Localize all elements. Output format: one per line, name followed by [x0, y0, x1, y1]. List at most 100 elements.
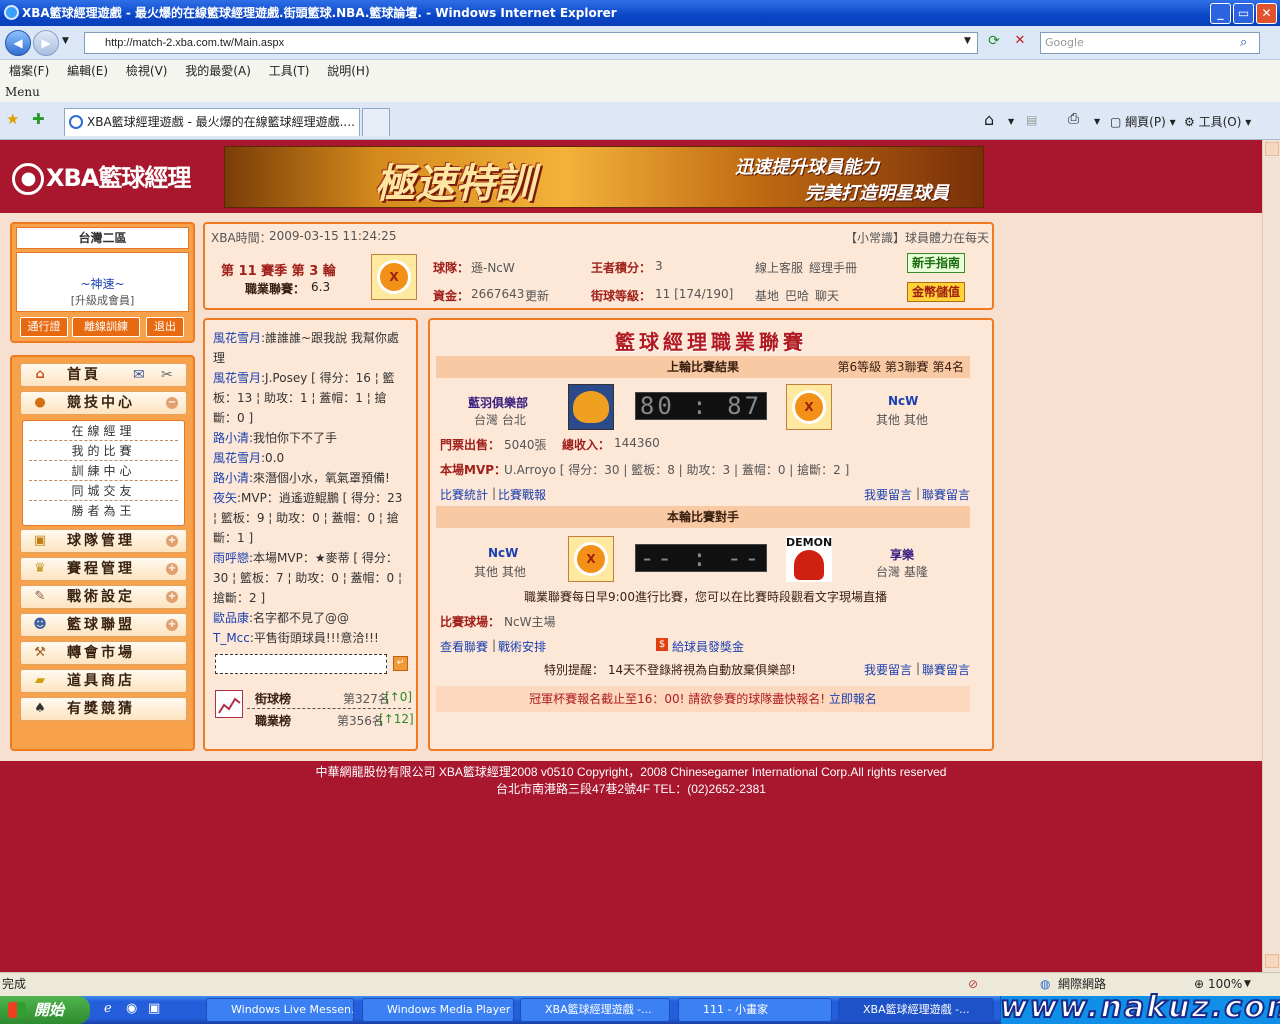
site-logo[interactable]: ● XBA籃球經理: [12, 158, 191, 195]
chat-author[interactable]: T_Mcc: [213, 631, 250, 645]
feeds-icon[interactable]: ▤: [1026, 113, 1037, 127]
home-dropdown-icon[interactable]: ▼: [1008, 117, 1014, 126]
refresh-icon[interactable]: ⟳: [984, 33, 1004, 53]
stop-icon[interactable]: ✕: [1010, 33, 1030, 53]
print-dropdown-icon[interactable]: ▼: [1094, 117, 1100, 126]
nav-tactics[interactable]: ✎ 戰術設定 +: [20, 585, 187, 609]
league-message-link[interactable]: 聯賽留言: [922, 486, 970, 503]
promo-banner[interactable]: 極速特訓 迅速提升球員能力 完美打造明星球員: [224, 146, 984, 208]
menu-help[interactable]: 說明(H): [327, 64, 369, 78]
scroll-up-icon[interactable]: [1265, 142, 1279, 156]
nav-schedule[interactable]: ♛ 賽程管理 +: [20, 557, 187, 581]
search-icon[interactable]: ⌕: [1240, 35, 1247, 50]
next-away-team[interactable]: 享樂: [890, 546, 914, 563]
subnav-my-matches[interactable]: 我的比賽: [29, 441, 178, 461]
next-away-logo[interactable]: DEMON: [786, 536, 832, 582]
url-dropdown-icon[interactable]: ▼: [964, 36, 971, 46]
away-team-name[interactable]: NcW: [888, 394, 918, 408]
nav-league[interactable]: ☻ 籃球聯盟 +: [20, 613, 187, 637]
collapse-icon[interactable]: −: [166, 397, 178, 409]
home-icon[interactable]: ⌂: [984, 110, 994, 129]
chat-log[interactable]: 風花雪月:誰誰誰~跟我說 我幫你處理 風花雪月:J.Posey [ 得分：16 …: [213, 328, 408, 650]
search-input[interactable]: Google: [1040, 32, 1260, 54]
start-button[interactable]: 開始: [0, 996, 90, 1024]
support-link[interactable]: 線上客服: [755, 259, 803, 276]
chat-link[interactable]: 聊天: [815, 287, 839, 304]
tactic-link[interactable]: 戰術安排: [498, 638, 546, 655]
expand-icon[interactable]: +: [166, 591, 178, 603]
subnav-local-friends[interactable]: 同城交友: [29, 481, 178, 501]
league-message-link[interactable]: 聯賽留言: [922, 661, 970, 678]
page-menu-button[interactable]: ▢ 網頁(P) ▾: [1110, 113, 1176, 130]
away-team-logo[interactable]: X: [786, 384, 832, 430]
nav-compete[interactable]: ● 競技中心 −: [20, 391, 187, 415]
tab-active[interactable]: XBA籃球經理遊戲 - 最火爆的在線籃球經理遊戲....: [64, 108, 360, 136]
task-media-player[interactable]: Windows Media Player: [362, 998, 514, 1022]
menu-view[interactable]: 檢視(V): [126, 64, 168, 78]
menu-file[interactable]: 檔案(F): [9, 64, 49, 78]
back-button[interactable]: ◀: [5, 30, 31, 56]
home-team-name[interactable]: 藍羽俱樂部: [468, 394, 528, 411]
menu-favorites[interactable]: 我的最愛(A): [185, 64, 251, 78]
team-logo[interactable]: X: [371, 254, 417, 300]
chat-send-button[interactable]: ↵: [393, 656, 408, 671]
new-tab-button[interactable]: [362, 108, 390, 136]
manual-link[interactable]: 經理手冊: [809, 259, 857, 276]
mail-icon[interactable]: ✉: [133, 364, 145, 386]
chat-author[interactable]: 風花雪月: [213, 331, 261, 345]
quicklaunch-media-icon[interactable]: ◉: [126, 1001, 137, 1016]
subnav-training[interactable]: 訓練中心: [29, 461, 178, 481]
task-paint[interactable]: 111 - 小畫家: [678, 998, 832, 1022]
nav-prize[interactable]: ♠ 有獎競猜: [20, 697, 187, 721]
close-button[interactable]: ✕: [1256, 3, 1277, 24]
logout-button[interactable]: 退出: [146, 317, 184, 337]
vertical-scrollbar[interactable]: [1262, 140, 1280, 972]
expand-icon[interactable]: +: [166, 535, 178, 547]
newbie-guide-button[interactable]: 新手指南: [907, 253, 965, 273]
subnav-winner[interactable]: 勝者為王: [29, 501, 178, 521]
forward-button[interactable]: ▶: [33, 30, 59, 56]
next-home-logo[interactable]: X: [568, 536, 614, 582]
subnav-online-manager[interactable]: 在線經理: [29, 421, 178, 441]
task-messenger[interactable]: Windows Live Messen...: [206, 998, 354, 1022]
next-home-team[interactable]: NcW: [488, 546, 518, 560]
add-favorites-icon[interactable]: ✚: [32, 110, 45, 128]
chat-author[interactable]: 歐品康: [213, 611, 249, 625]
maximize-button[interactable]: ▭: [1233, 3, 1254, 24]
expand-icon[interactable]: +: [166, 563, 178, 575]
match-stats-link[interactable]: 比賽統計: [440, 486, 488, 503]
chat-author[interactable]: 風花雪月: [213, 371, 261, 385]
home-team-logo[interactable]: [568, 384, 614, 430]
chat-author[interactable]: 雨呼戀: [213, 551, 249, 565]
pass-button[interactable]: 通行證: [20, 317, 68, 337]
update-link[interactable]: 更新: [525, 287, 549, 304]
url-input[interactable]: http://match-2.xba.com.tw/Main.aspx: [84, 32, 978, 54]
expand-icon[interactable]: +: [166, 619, 178, 631]
cup-register-link[interactable]: 立即報名: [829, 692, 877, 706]
task-xba-2[interactable]: XBA籃球經理遊戲 -...: [838, 998, 994, 1022]
match-report-link[interactable]: 比賽戰報: [498, 486, 546, 503]
chat-author[interactable]: 路小清: [213, 471, 249, 485]
quicklaunch-desktop-icon[interactable]: ▣: [148, 1001, 160, 1016]
offline-training-button[interactable]: 離線訓練: [72, 317, 140, 337]
chat-author[interactable]: 夜矢: [213, 491, 237, 505]
protected-mode-icon[interactable]: ⊘: [968, 973, 978, 995]
tools-menu-button[interactable]: ⚙ 工具(O) ▾: [1184, 113, 1251, 130]
scroll-down-icon[interactable]: [1265, 954, 1279, 968]
task-xba-1[interactable]: XBA籃球經理遊戲 -...: [520, 998, 670, 1022]
tools-icon[interactable]: ✂: [161, 364, 173, 386]
nav-shop[interactable]: ▰ 道具商店: [20, 669, 187, 693]
leave-message-link[interactable]: 我要留言: [864, 486, 912, 503]
favorites-star-icon[interactable]: ★: [6, 110, 19, 128]
quicklaunch-ie-icon[interactable]: ℯ: [104, 1001, 112, 1016]
print-icon[interactable]: ⎙: [1068, 111, 1079, 127]
chat-author[interactable]: 風花雪月: [213, 451, 261, 465]
bahamut-link[interactable]: 巴哈: [785, 287, 809, 304]
nav-team[interactable]: ▣ 球隊管理 +: [20, 529, 187, 553]
upgrade-link[interactable]: [升級成會員]: [17, 292, 188, 308]
nav-home[interactable]: ⌂ 首頁 ✉ ✂: [20, 363, 187, 387]
view-league-link[interactable]: 查看聯賽: [440, 638, 488, 655]
menu-tools[interactable]: 工具(T): [269, 64, 310, 78]
coin-topup-button[interactable]: 金幣儲值: [907, 282, 965, 302]
chat-input[interactable]: [215, 654, 387, 674]
